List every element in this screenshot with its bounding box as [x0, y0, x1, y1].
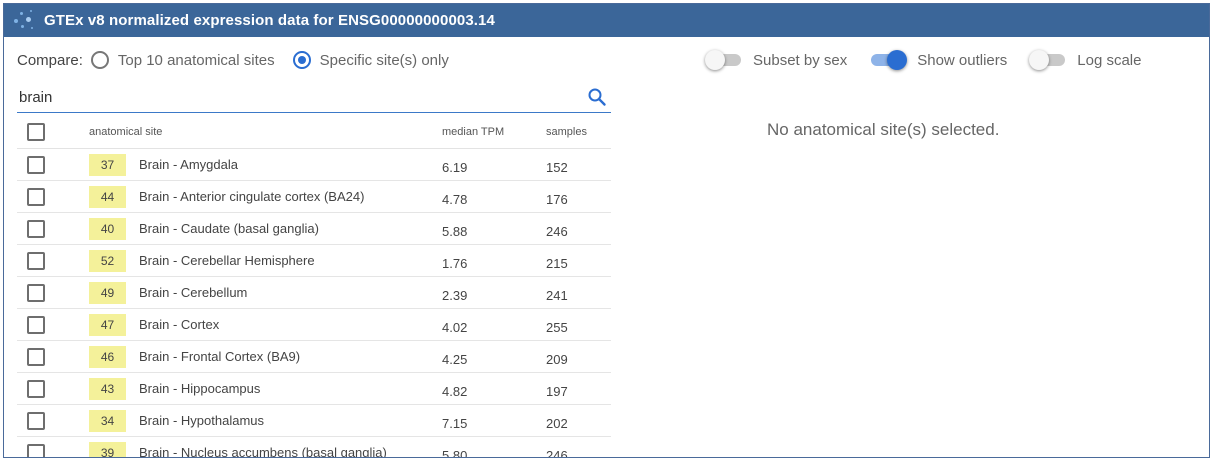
row-checkbox[interactable] — [27, 411, 45, 430]
column-header-site[interactable]: anatomical site — [89, 126, 442, 138]
sample-count: 202 — [546, 415, 568, 431]
toggle-label: Subset by sex — [753, 51, 848, 69]
sample-count: 209 — [546, 351, 568, 367]
median-tpm: 2.39 — [442, 287, 468, 303]
radio-top-10[interactable] — [90, 51, 109, 69]
table-row[interactable]: 49 Brain - Cerebellum 2.39 241 — [17, 277, 611, 309]
sample-count: 215 — [546, 255, 568, 271]
radio-top-10-label[interactable]: Top 10 anatomical sites — [118, 52, 275, 69]
select-all-checkbox[interactable] — [27, 123, 45, 141]
site-name: Brain - Anterior cingulate cortex (BA24) — [139, 189, 365, 204]
compare-label: Compare: — [17, 51, 83, 69]
toggle-label: Show outliers — [917, 51, 1008, 69]
site-name: Brain - Amygdala — [139, 157, 238, 172]
sample-count: 246 — [546, 447, 568, 458]
site-name: Brain - Hypothalamus — [139, 413, 264, 428]
radio-specific-sites[interactable] — [292, 51, 311, 69]
toggle-log-scale[interactable]: Log scale — [1029, 50, 1142, 70]
sample-count: 197 — [546, 383, 568, 399]
site-name: Brain - Frontal Cortex (BA9) — [139, 349, 301, 364]
median-tpm: 5.80 — [442, 447, 468, 458]
radio-specific-sites-label[interactable]: Specific site(s) only — [320, 52, 449, 69]
toggle-show-outliers[interactable]: Show outliers — [871, 50, 1008, 70]
row-checkbox[interactable] — [27, 379, 45, 398]
table-row[interactable]: 52 Brain - Cerebellar Hemisphere 1.76 215 — [17, 245, 611, 277]
expression-panel: GTEx v8 normalized expression data for E… — [3, 3, 1210, 458]
median-tpm: 4.02 — [442, 319, 468, 335]
site-color-badge: 40 — [89, 217, 126, 240]
table-row[interactable]: 46 Brain - Frontal Cortex (BA9) 4.25 209 — [17, 341, 611, 373]
display-toggles: Subset by sex Show outliers Log scale — [705, 48, 1165, 72]
row-checkbox[interactable] — [27, 155, 45, 174]
toggle-switch[interactable] — [1029, 50, 1066, 70]
site-name: Brain - Cortex — [139, 317, 220, 332]
site-name: Brain - Nucleus accumbens (basal ganglia… — [139, 445, 387, 458]
toggle-label: Log scale — [1077, 51, 1142, 69]
site-color-badge: 43 — [89, 377, 126, 400]
site-color-badge: 49 — [89, 281, 126, 304]
table-header: anatomical site median TPM samples — [17, 116, 611, 149]
column-header-tpm[interactable]: median TPM — [442, 126, 546, 138]
gtex-logo-icon — [12, 8, 38, 34]
compare-options: Compare: Top 10 anatomical sites Specifi… — [17, 48, 467, 72]
site-color-badge: 46 — [89, 345, 126, 368]
site-name: Brain - Cerebellar Hemisphere — [139, 253, 315, 268]
median-tpm: 7.15 — [442, 415, 468, 431]
site-color-badge: 39 — [89, 441, 126, 457]
plot-empty-message: No anatomical site(s) selected. — [767, 120, 1000, 139]
site-color-badge: 37 — [89, 153, 126, 176]
site-search-input[interactable] — [17, 84, 577, 110]
sample-count: 176 — [546, 191, 568, 207]
toggle-subset-by-sex[interactable]: Subset by sex — [705, 50, 848, 70]
median-tpm: 1.76 — [442, 255, 468, 271]
median-tpm: 4.82 — [442, 383, 468, 399]
sample-count: 241 — [546, 287, 568, 303]
panel-title: GTEx v8 normalized expression data for E… — [44, 12, 495, 29]
site-name: Brain - Hippocampus — [139, 381, 261, 396]
sample-count: 246 — [546, 223, 568, 239]
table-row[interactable]: 44 Brain - Anterior cingulate cortex (BA2… — [17, 181, 611, 213]
site-table: anatomical site median TPM samples 37 Bra… — [17, 116, 611, 458]
table-row[interactable]: 39 Brain - Nucleus accumbens (basal gangl… — [17, 437, 611, 458]
median-tpm: 5.88 — [442, 223, 468, 239]
table-row[interactable]: 43 Brain - Hippocampus 4.82 197 — [17, 373, 611, 405]
row-checkbox[interactable] — [27, 187, 45, 206]
site-color-badge: 44 — [89, 185, 126, 208]
toggle-switch[interactable] — [705, 50, 741, 70]
table-row[interactable]: 37 Brain - Amygdala 6.19 152 — [17, 149, 611, 181]
row-checkbox[interactable] — [27, 443, 45, 457]
column-header-samples[interactable]: samples — [546, 126, 606, 138]
row-checkbox[interactable] — [27, 219, 45, 238]
site-name: Brain - Cerebellum — [139, 285, 248, 300]
table-row[interactable]: 40 Brain - Caudate (basal ganglia) 5.88 246 — [17, 213, 611, 245]
panel-header: GTEx v8 normalized expression data for E… — [4, 4, 1209, 37]
table-row[interactable]: 34 Brain - Hypothalamus 7.15 202 — [17, 405, 611, 437]
row-checkbox[interactable] — [27, 251, 45, 270]
row-checkbox[interactable] — [27, 315, 45, 334]
site-name: Brain - Caudate (basal ganglia) — [139, 221, 319, 236]
site-color-badge: 52 — [89, 249, 126, 272]
table-row[interactable]: 47 Brain - Cortex 4.02 255 — [17, 309, 611, 341]
toggle-switch[interactable] — [871, 50, 908, 70]
site-search — [17, 84, 611, 113]
sample-count: 152 — [546, 159, 568, 175]
median-tpm: 4.78 — [442, 191, 468, 207]
row-checkbox[interactable] — [27, 347, 45, 366]
search-icon[interactable] — [587, 87, 607, 107]
median-tpm: 4.25 — [442, 351, 468, 367]
site-color-badge: 47 — [89, 313, 126, 336]
table-body: 37 Brain - Amygdala 6.19 152 44 Brain - Anter… — [17, 149, 611, 458]
site-color-badge: 34 — [89, 409, 126, 432]
row-checkbox[interactable] — [27, 283, 45, 302]
sample-count: 255 — [546, 319, 568, 335]
median-tpm: 6.19 — [442, 159, 468, 175]
